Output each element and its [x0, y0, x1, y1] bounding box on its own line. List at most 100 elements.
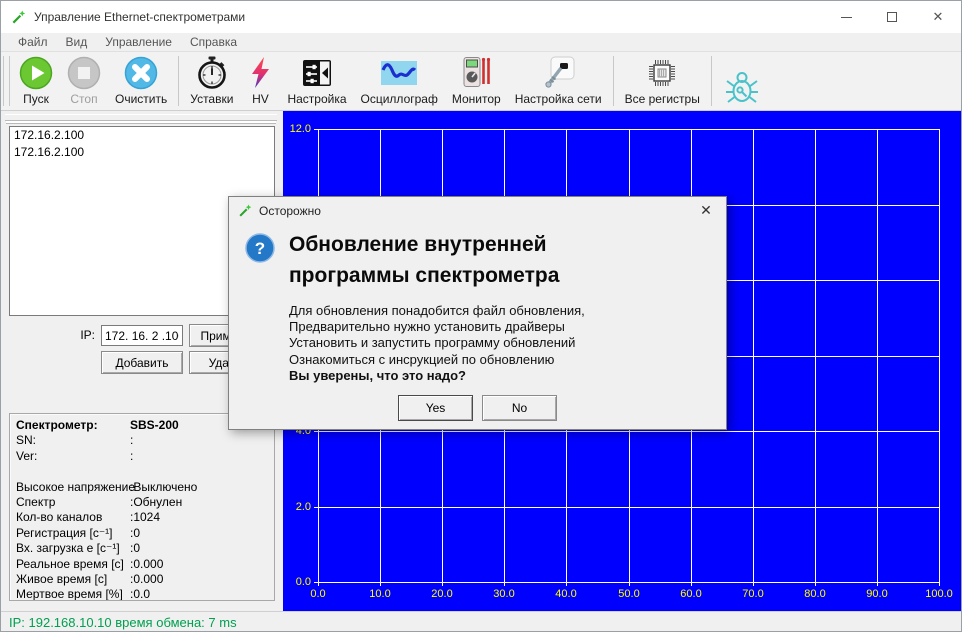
info-value: :Выключено: [130, 480, 197, 495]
device-list-item[interactable]: 172.16.2.100: [10, 127, 274, 144]
x-tick: [753, 582, 754, 586]
bug-icon: [723, 70, 761, 106]
close-button[interactable]: ✕: [915, 1, 961, 33]
info-label: [16, 464, 130, 479]
toolbar-label: Монитор: [452, 92, 501, 106]
x-tick-label: 100.0: [919, 588, 959, 600]
dialog-title-bar[interactable]: Осторожно ✕: [229, 197, 726, 224]
yes-button[interactable]: Yes: [398, 395, 473, 421]
toolbar-button-settings[interactable]: Настройка: [280, 52, 353, 110]
x-tick-label: 20.0: [422, 588, 462, 600]
y-tick-label: 12.0: [283, 123, 311, 135]
multimeter-icon: [460, 55, 492, 91]
menu-item-view[interactable]: Вид: [57, 35, 97, 49]
dialog-body-text: Для обновления понадобится файл обновлен…: [289, 303, 585, 384]
device-list-item[interactable]: 172.16.2.100: [10, 144, 274, 161]
toolbar-label: HV: [252, 92, 269, 106]
wave-icon: [381, 55, 417, 91]
stop-icon: [67, 55, 101, 91]
toolbar-separator: [178, 56, 179, 106]
toolbar-button-hv[interactable]: HV: [240, 52, 280, 110]
x-tick: [815, 582, 816, 586]
toolbar-label: Уставки: [190, 92, 233, 106]
info-row: Мертвое время [%]:0.0: [16, 587, 274, 601]
gridline-horizontal: [318, 431, 939, 432]
panel-grip[interactable]: [5, 114, 277, 121]
no-button[interactable]: No: [482, 395, 557, 421]
menu-item-file[interactable]: Файл: [9, 35, 57, 49]
ip-input[interactable]: [101, 325, 183, 346]
x-tick-label: 0.0: [298, 588, 338, 600]
toolbar-label: Пуск: [23, 92, 49, 106]
close-icon: ✕: [933, 9, 944, 25]
info-value: SBS-200: [130, 418, 179, 433]
info-label: Мертвое время [%]: [16, 587, 130, 601]
info-row: Реальное время [с]:0.000: [16, 557, 274, 572]
dialog-text-line: Установить и запустить программу обновле…: [289, 335, 585, 351]
toolbar-button-debug[interactable]: [716, 52, 768, 110]
info-value: :: [130, 433, 133, 448]
toolbar-button-start[interactable]: Пуск: [12, 52, 60, 110]
toolbar: Пуск Стоп Очистить Уставки HV Настройка Осцилл…: [1, 51, 961, 111]
info-row: [16, 464, 274, 479]
window-title: Управление Ethernet-спектрометрами: [34, 10, 245, 24]
y-tick-label: 2.0: [283, 501, 311, 513]
maximize-button[interactable]: [869, 1, 915, 33]
x-tick-label: 60.0: [671, 588, 711, 600]
info-label: Спектр: [16, 495, 130, 510]
info-value: :: [130, 449, 133, 464]
x-tick: [318, 582, 319, 586]
info-row: Вх. загрузка е [с⁻¹]:0: [16, 541, 274, 556]
minimize-icon: [841, 17, 852, 18]
x-tick-label: 80.0: [795, 588, 835, 600]
x-tick: [380, 582, 381, 586]
toolbar-button-setpoints[interactable]: Уставки: [183, 52, 240, 110]
info-label: Высокое напряжение: [16, 480, 130, 495]
toolbar-button-oscilloscope[interactable]: Осциллограф: [354, 52, 445, 110]
toolbar-button-monitor[interactable]: Монитор: [445, 52, 508, 110]
x-tick-label: 90.0: [857, 588, 897, 600]
clear-icon: [124, 55, 158, 91]
info-row: SN::: [16, 433, 274, 448]
info-value: :0.0: [130, 587, 150, 601]
gridline-vertical: [939, 129, 940, 582]
info-label: Реальное время [с]: [16, 557, 130, 572]
info-value: :0: [130, 541, 140, 556]
menu-item-control[interactable]: Управление: [96, 35, 181, 49]
x-tick-label: 10.0: [360, 588, 400, 600]
toolbar-grip[interactable]: [3, 56, 10, 106]
toolbar-button-stop[interactable]: Стоп: [60, 52, 108, 110]
info-label: SN:: [16, 433, 130, 448]
toolbar-label: Осциллограф: [361, 92, 438, 106]
title-bar[interactable]: Управление Ethernet-спектрометрами ✕: [1, 1, 961, 33]
x-tick-label: 40.0: [546, 588, 586, 600]
info-label: Живое время [с]: [16, 572, 130, 587]
info-row: Спектр:Обнулен: [16, 495, 274, 510]
dialog-text-line: Ознакомиться с инсрукцией по обновлению: [289, 352, 585, 368]
ip-label: IP:: [63, 328, 95, 342]
stopwatch-icon: [196, 55, 228, 91]
toolbar-label: Все регистры: [625, 92, 700, 106]
dialog-title: Осторожно: [259, 204, 321, 218]
dialog-close-button[interactable]: ✕: [686, 197, 726, 224]
dialog-text-line: Для обновления понадобится файл обновлен…: [289, 303, 585, 319]
menu-item-help[interactable]: Справка: [181, 35, 246, 49]
info-label: Вх. загрузка е [с⁻¹]: [16, 541, 130, 556]
toolbar-button-network-settings[interactable]: Настройка сети: [508, 52, 609, 110]
info-value: :Обнулен: [130, 495, 182, 510]
menu-bar: ФайлВидУправлениеСправка: [1, 33, 961, 51]
key-icon: [540, 55, 576, 91]
x-tick: [691, 582, 692, 586]
warning-dialog: Осторожно ✕ ? Обновление внутренней прог…: [228, 196, 727, 430]
status-bar: IP: 192.168.10.10 время обмена: 7 ms: [1, 611, 961, 632]
add-button[interactable]: Добавить: [101, 351, 183, 374]
toolbar-button-all-registers[interactable]: Все регистры: [618, 52, 707, 110]
toolbar-button-clear[interactable]: Очистить: [108, 52, 174, 110]
x-tick-label: 50.0: [609, 588, 649, 600]
y-tick: [314, 129, 318, 130]
minimize-button[interactable]: [823, 1, 869, 33]
toolbar-label: Стоп: [70, 92, 97, 106]
info-label: Ver:: [16, 449, 130, 464]
info-value: :0: [130, 526, 140, 541]
info-label: Спектрометр:: [16, 418, 130, 433]
